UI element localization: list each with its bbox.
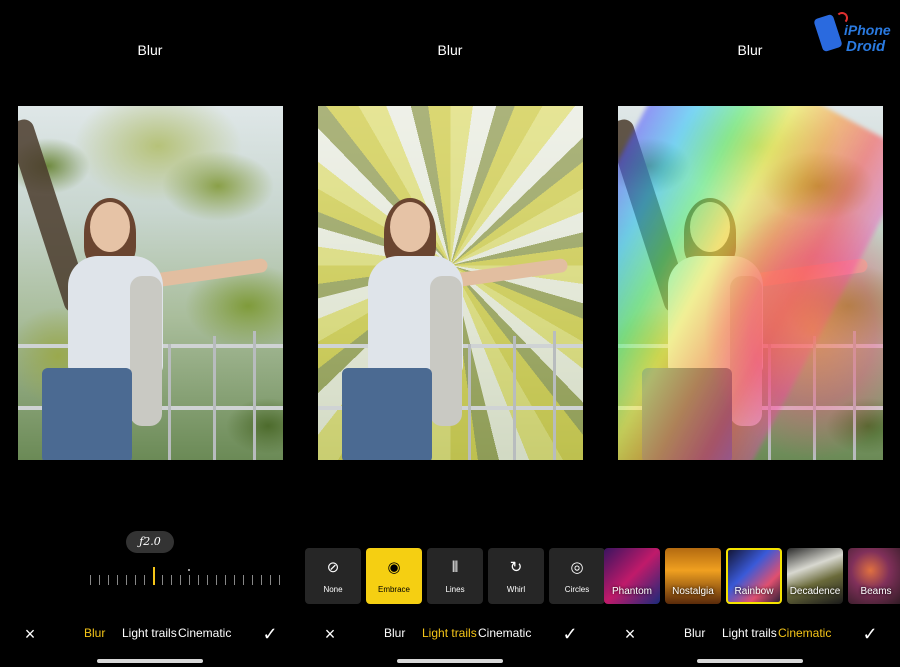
slider-tick bbox=[225, 575, 226, 585]
slider-tick bbox=[162, 575, 163, 585]
slider-tick bbox=[135, 575, 136, 585]
option-label: Decadence bbox=[789, 586, 841, 597]
slider-tick bbox=[126, 575, 127, 585]
light-rainbow-option[interactable]: Rainbow bbox=[726, 548, 782, 604]
tab-light-trails[interactable]: Light trails bbox=[122, 626, 177, 640]
slider-marker-dot bbox=[188, 569, 190, 571]
logo-text: Droid bbox=[846, 38, 886, 55]
close-icon[interactable]: × bbox=[318, 622, 342, 646]
circles-icon: ◎ bbox=[570, 559, 584, 576]
tab-blur[interactable]: Blur bbox=[84, 626, 105, 640]
effect-label: Whirl bbox=[506, 585, 526, 594]
photo-preview bbox=[318, 106, 583, 460]
effect-label: Circles bbox=[564, 585, 590, 594]
bottom-toolbar: × Blur Light trails Cinematic ✓ bbox=[0, 620, 300, 648]
slider-tick bbox=[117, 575, 118, 585]
bottom-toolbar: × Blur Light trails Cinematic ✓ bbox=[300, 620, 600, 648]
screen-title: Blur bbox=[137, 42, 163, 58]
none-icon: ⊘ bbox=[326, 559, 340, 576]
slider-tick bbox=[108, 575, 109, 585]
whirl-icon: ↻ bbox=[509, 559, 523, 576]
light-phantom-option[interactable]: Phantom bbox=[604, 548, 660, 604]
bottom-toolbar: × Blur Light trails Cinematic ✓ bbox=[600, 620, 900, 648]
slider-tick bbox=[270, 575, 271, 585]
slider-tick bbox=[99, 575, 100, 585]
confirm-icon[interactable]: ✓ bbox=[558, 622, 582, 646]
effect-label: Embrace bbox=[377, 585, 410, 594]
effect-none-button[interactable]: ⊘ None bbox=[305, 548, 361, 604]
slider-tick bbox=[153, 567, 155, 585]
photo-preview bbox=[618, 106, 883, 460]
slider-tick bbox=[198, 575, 199, 585]
slider-tick bbox=[243, 575, 244, 585]
slider-tick bbox=[234, 575, 235, 585]
home-indicator[interactable] bbox=[397, 659, 503, 663]
slider-tick bbox=[180, 575, 181, 585]
embrace-icon: ◉ bbox=[387, 559, 401, 576]
lines-icon: ⦀ bbox=[451, 559, 459, 576]
home-indicator[interactable] bbox=[97, 659, 203, 663]
slider-tick bbox=[216, 575, 217, 585]
slider-tick bbox=[171, 575, 172, 585]
tab-light-trails[interactable]: Light trails bbox=[722, 626, 777, 640]
tab-light-trails[interactable]: Light trails bbox=[422, 626, 477, 640]
slider-tick bbox=[252, 575, 253, 585]
slider-tick bbox=[207, 575, 208, 585]
tab-blur[interactable]: Blur bbox=[684, 626, 705, 640]
aperture-slider[interactable] bbox=[86, 563, 282, 589]
effect-circles-button[interactable]: ◎ Circles bbox=[549, 548, 605, 604]
option-label: Rainbow bbox=[734, 586, 774, 597]
option-label: Beams bbox=[860, 586, 892, 597]
effect-label: None bbox=[323, 585, 343, 594]
option-label: Phantom bbox=[611, 586, 653, 597]
aperture-value-badge: ƒ2.0 bbox=[126, 531, 174, 553]
effect-embrace-button[interactable]: ◉ Embrace bbox=[366, 548, 422, 604]
tab-cinematic[interactable]: Cinematic bbox=[778, 626, 831, 640]
slider-tick bbox=[144, 575, 145, 585]
slider-tick bbox=[279, 575, 280, 585]
editor-screen-blur: Blur ƒ2.0 bbox=[0, 0, 300, 667]
slider-tick bbox=[261, 575, 262, 585]
tab-cinematic[interactable]: Cinematic bbox=[478, 626, 531, 640]
effect-label: Lines bbox=[445, 585, 465, 594]
close-icon[interactable]: × bbox=[18, 622, 42, 646]
option-label: Nostalgia bbox=[672, 586, 714, 597]
tab-cinematic[interactable]: Cinematic bbox=[178, 626, 231, 640]
slider-tick bbox=[189, 575, 190, 585]
light-decadence-option[interactable]: Decadence bbox=[787, 548, 843, 604]
confirm-icon[interactable]: ✓ bbox=[858, 622, 882, 646]
screen-title: Blur bbox=[437, 42, 463, 58]
photo-preview bbox=[18, 106, 283, 460]
iphonedroid-logo: iPhone Droid bbox=[813, 12, 894, 56]
tab-blur[interactable]: Blur bbox=[384, 626, 405, 640]
logo-text: iPhone bbox=[844, 22, 891, 38]
effect-whirl-button[interactable]: ↻ Whirl bbox=[488, 548, 544, 604]
slider-tick bbox=[90, 575, 91, 585]
light-beams-option[interactable]: Beams bbox=[848, 548, 900, 604]
confirm-icon[interactable]: ✓ bbox=[258, 622, 282, 646]
close-icon[interactable]: × bbox=[618, 622, 642, 646]
effect-lines-button[interactable]: ⦀ Lines bbox=[427, 548, 483, 604]
light-nostalgia-option[interactable]: Nostalgia bbox=[665, 548, 721, 604]
home-indicator[interactable] bbox=[697, 659, 803, 663]
